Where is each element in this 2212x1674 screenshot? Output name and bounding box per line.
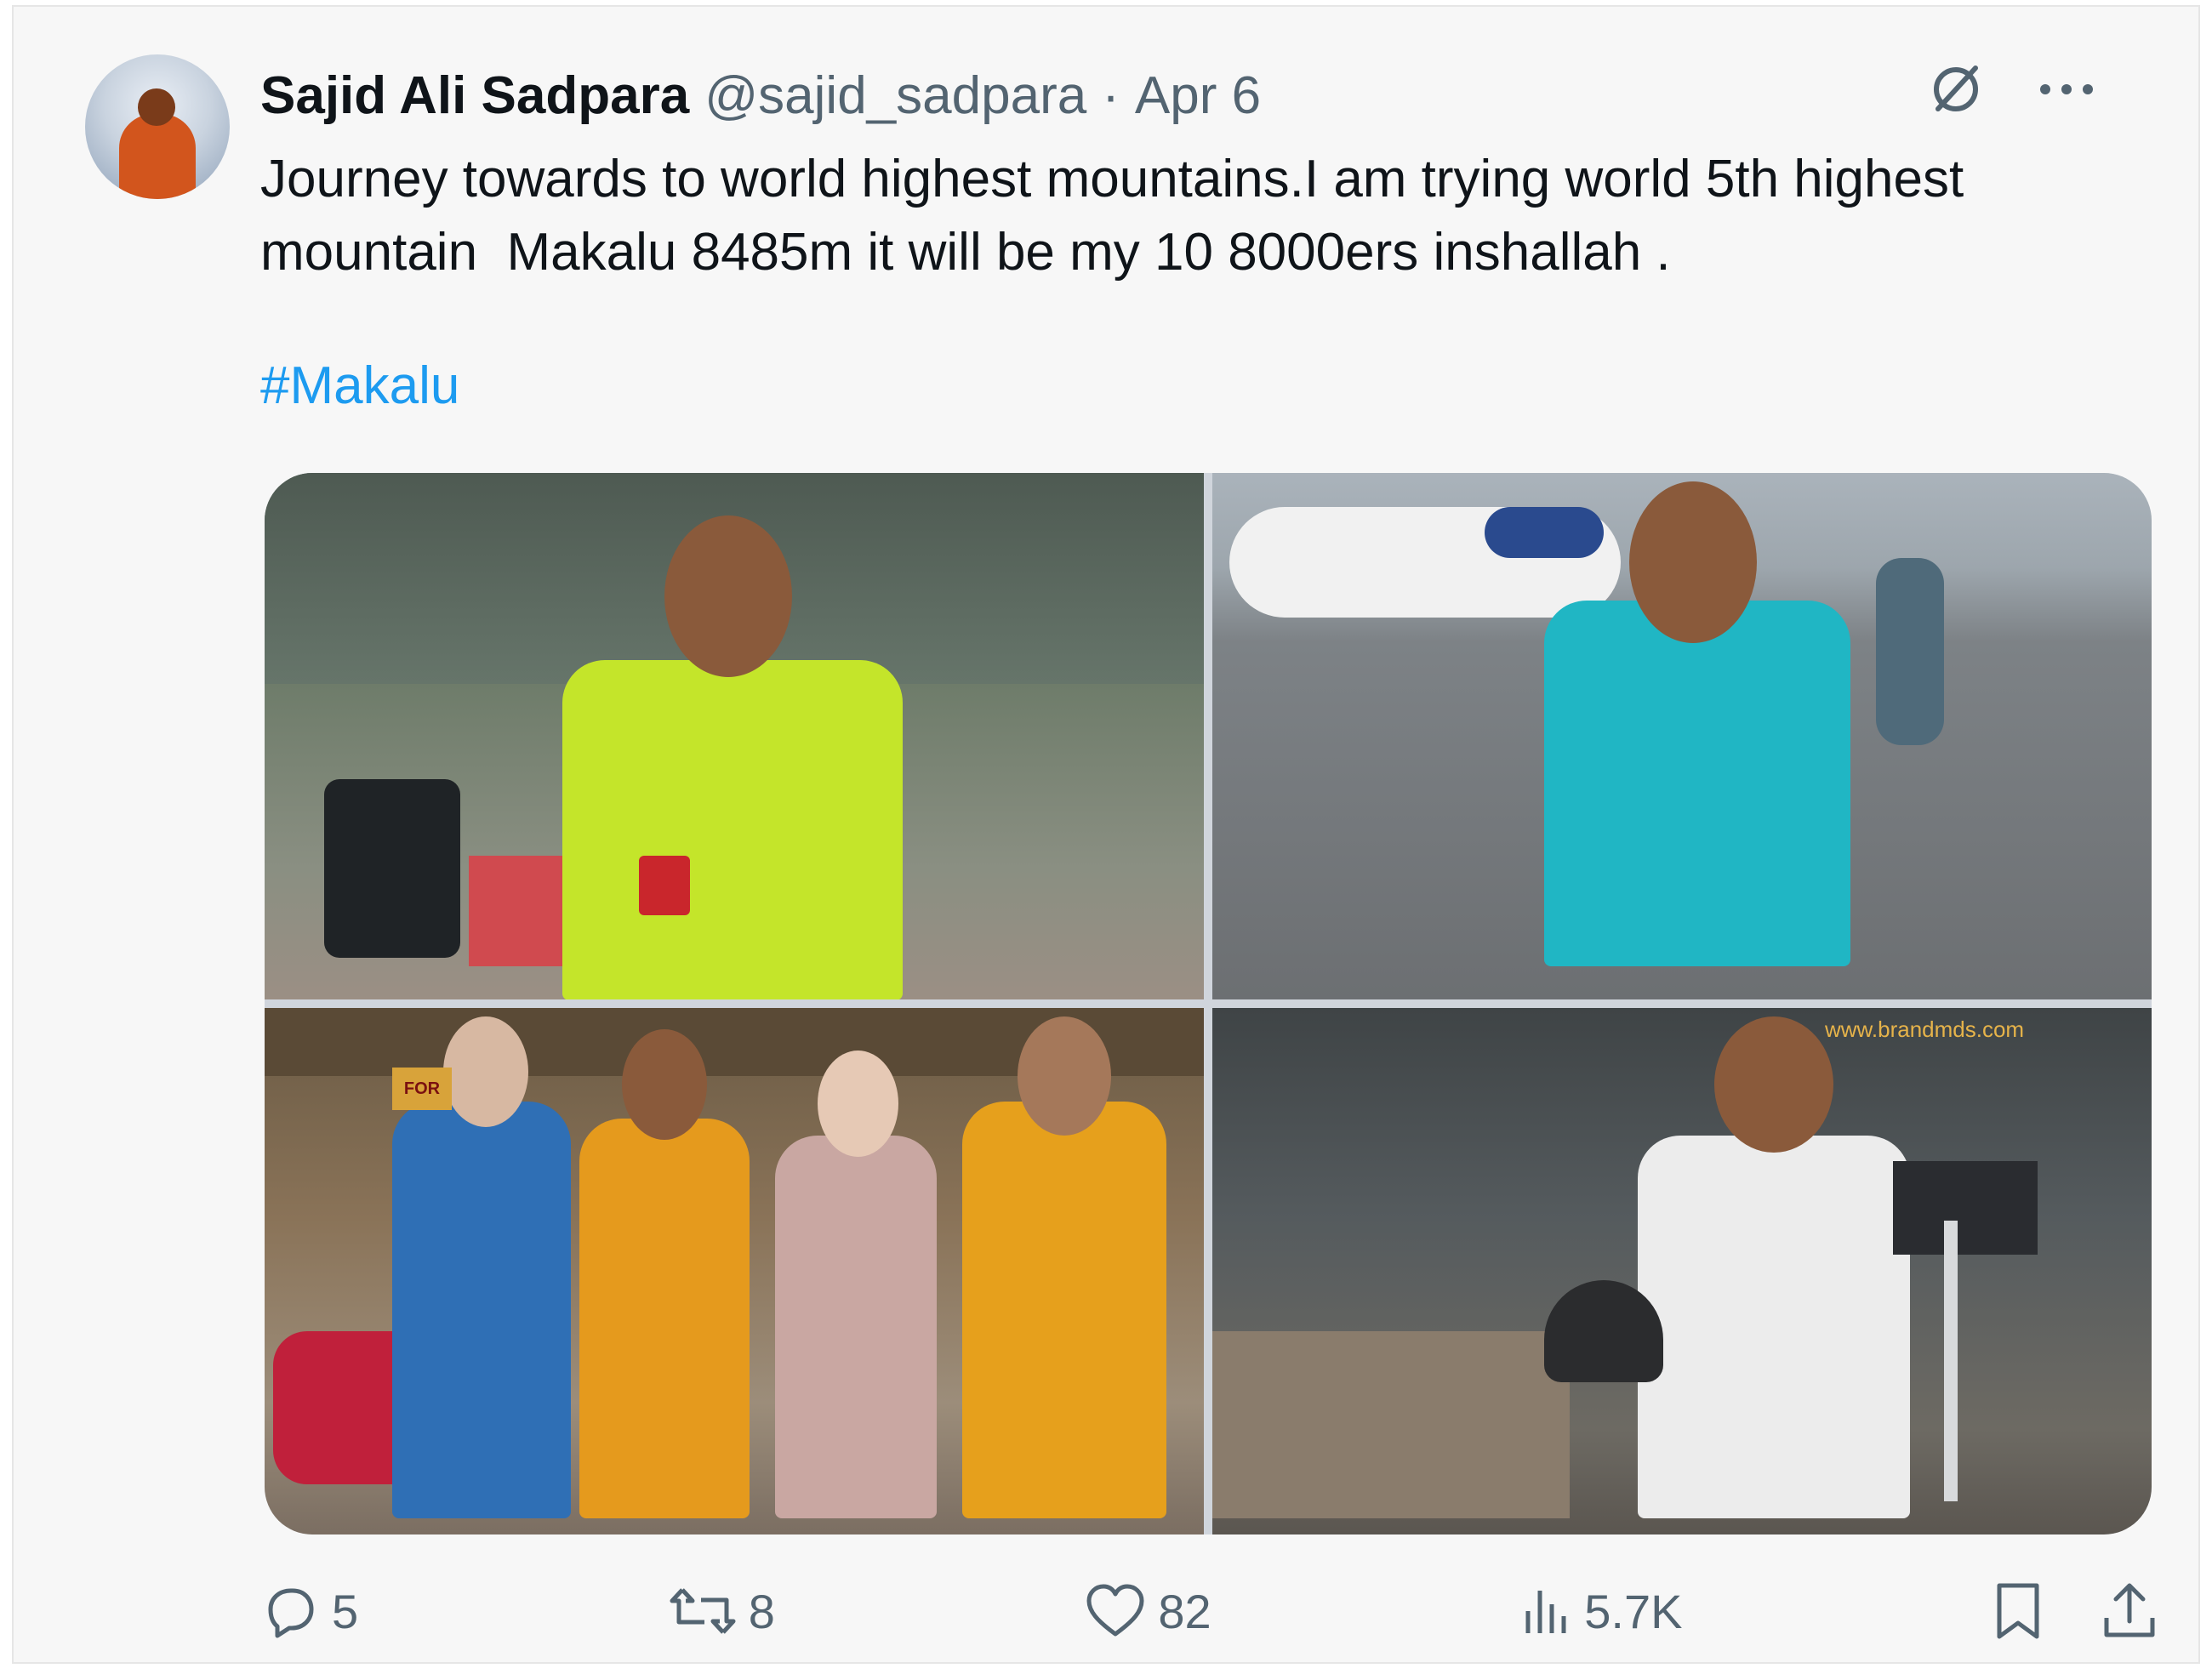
person-2-face: [622, 1029, 707, 1140]
reply-button[interactable]: 5: [260, 1581, 358, 1641]
person-face: [1629, 481, 1757, 643]
ice-axe-shaft: [1944, 1221, 1958, 1501]
person-face: [664, 515, 792, 677]
person-1-face: [443, 1016, 528, 1127]
tweet-date[interactable]: Apr 6: [1135, 65, 1261, 126]
retweet-count: 8: [748, 1584, 775, 1638]
hashtag-link[interactable]: #Makalu: [260, 356, 459, 416]
action-bar: 5 8 82 5.7K: [260, 1580, 2158, 1642]
avatar-head: [138, 88, 175, 126]
author-name[interactable]: Sajid Ali Sadpara: [260, 65, 689, 126]
person-1-jacket: [392, 1102, 571, 1518]
red-mug: [639, 856, 690, 915]
views-count: 5.7K: [1584, 1584, 1683, 1638]
person-4-scarf: [962, 1102, 1166, 1518]
photo-4[interactable]: www.brandmds.com: [1212, 1008, 2152, 1534]
ice-axe-box: [1893, 1161, 2038, 1255]
reply-count: 5: [332, 1584, 359, 1638]
tweet-text: Journey towards to world highest mountai…: [260, 150, 1964, 282]
hotel-sign: FOR: [392, 1068, 452, 1110]
media-grid: FOR www.brandmds.com: [265, 473, 2152, 1534]
photo-1[interactable]: [265, 473, 1204, 999]
grok-icon[interactable]: [1926, 60, 1986, 119]
person-shirt: [1544, 601, 1850, 966]
person-shirt: [1638, 1136, 1910, 1518]
reply-icon: [268, 1588, 314, 1638]
person-2-scarf: [579, 1119, 750, 1518]
tweet-header: Sajid Ali Sadpara @sajid_sadpara · Apr 6: [260, 61, 1261, 129]
store-window-text: www.brandmds.com: [1825, 1016, 2025, 1042]
views-icon: [1525, 1591, 1566, 1633]
like-count: 82: [1158, 1584, 1211, 1638]
background-person: [1876, 558, 1944, 745]
share-icon[interactable]: [2101, 1580, 2158, 1642]
person-4-face: [1018, 1016, 1111, 1136]
boxes: [1212, 1331, 1570, 1518]
avatar-figure: [119, 114, 196, 199]
right-actions: [1993, 1580, 2158, 1642]
person-3-face: [818, 1051, 898, 1157]
bookmark-icon[interactable]: [1993, 1580, 2044, 1642]
like-button[interactable]: 82: [1085, 1583, 1211, 1639]
photo-3[interactable]: FOR: [265, 1008, 1204, 1534]
views-button[interactable]: 5.7K: [1521, 1584, 1682, 1639]
retweet-icon: [670, 1588, 736, 1634]
tweet-card[interactable]: Sajid Ali Sadpara @sajid_sadpara · Apr 6…: [12, 5, 2200, 1664]
person-face: [1714, 1016, 1833, 1153]
person-jacket: [562, 660, 903, 999]
person-3-top: [775, 1136, 937, 1518]
photo-2[interactable]: [1212, 473, 2152, 999]
separator: ·: [1102, 65, 1120, 125]
avatar[interactable]: [85, 54, 230, 199]
like-icon: [1086, 1584, 1144, 1637]
author-handle[interactable]: @sajid_sadpara: [704, 65, 1086, 126]
airplane-engine: [1485, 507, 1604, 558]
top-right-actions: [1926, 60, 2096, 119]
water-tank: [324, 779, 460, 958]
more-icon[interactable]: [2037, 81, 2096, 98]
retweet-button[interactable]: 8: [669, 1581, 775, 1641]
